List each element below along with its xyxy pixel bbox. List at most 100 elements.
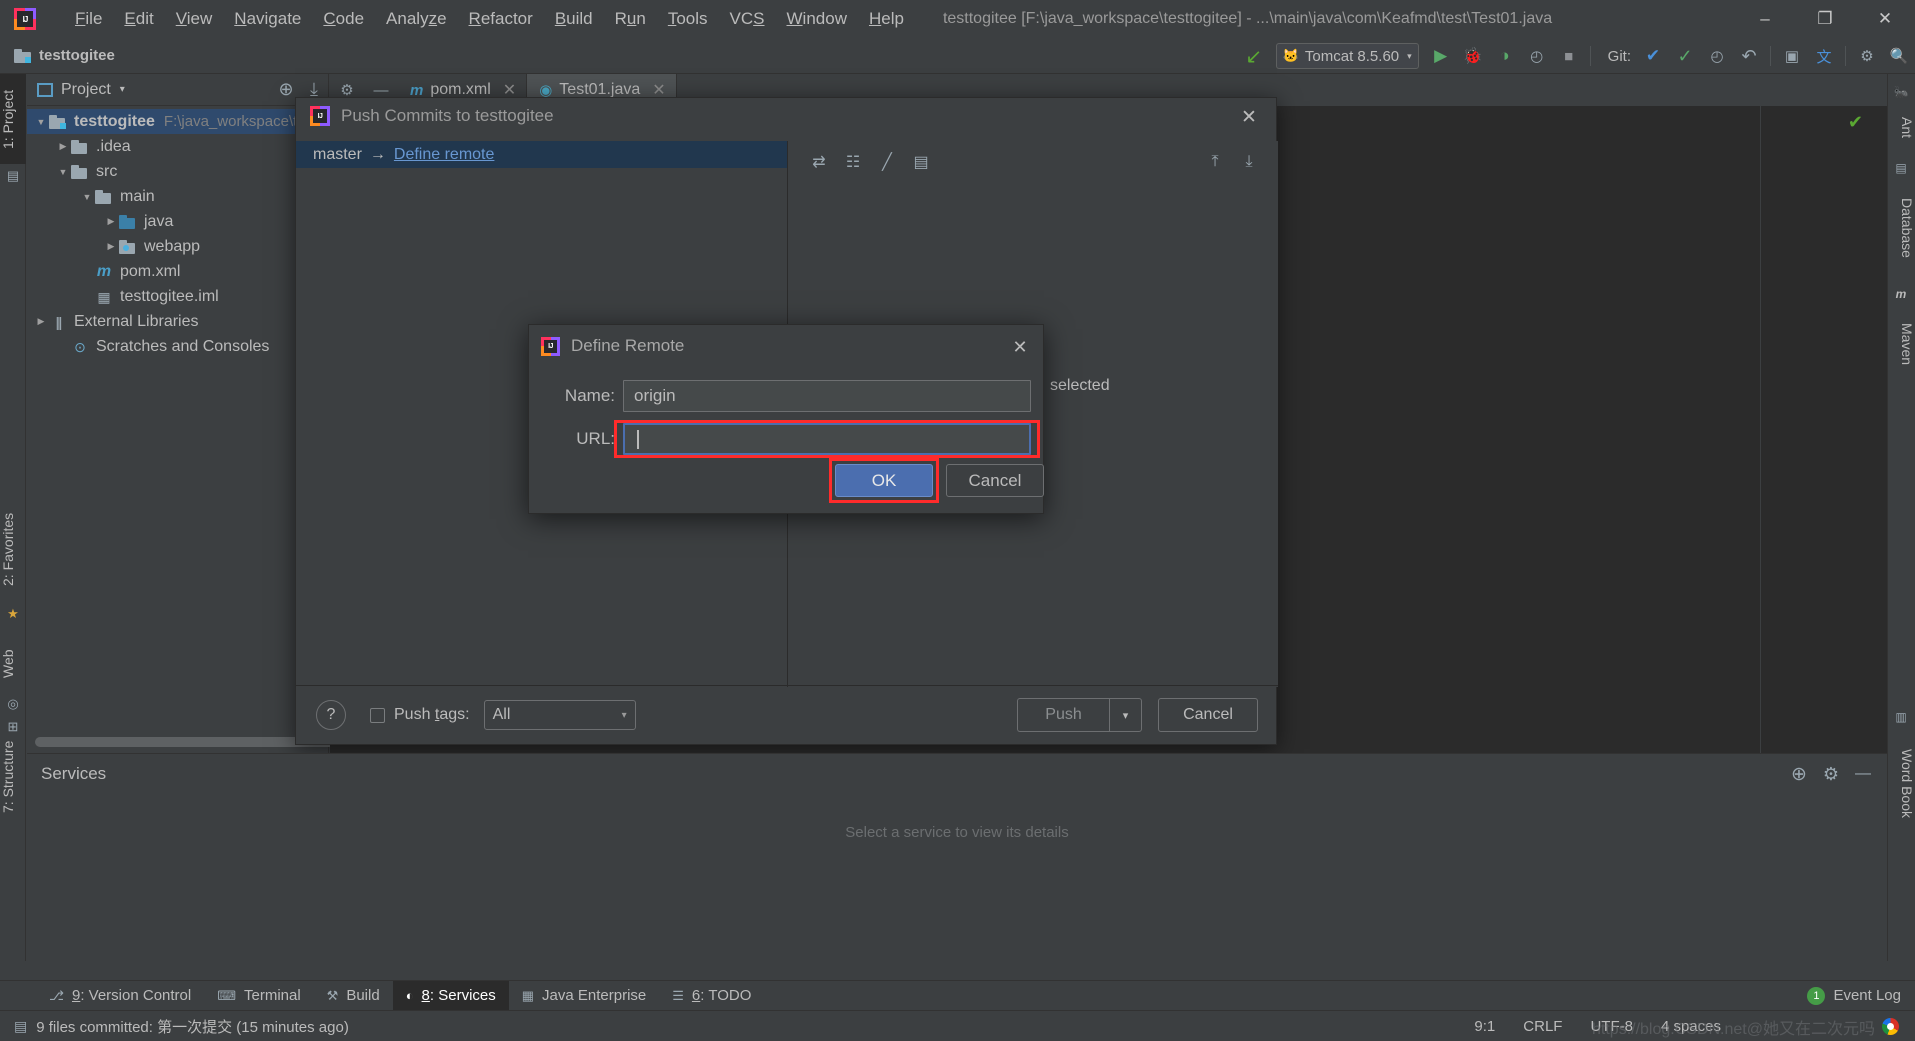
menu-item-build[interactable]: Build [544, 6, 604, 32]
file-encoding[interactable]: UTF-8 [1590, 1018, 1633, 1035]
debug-button[interactable]: 🐞 [1457, 41, 1489, 71]
maven-file-icon: m [96, 262, 112, 280]
push-tags-checkbox[interactable] [370, 707, 385, 723]
run-configuration-selector[interactable]: 🐱 Tomcat 8.5.60 ▾ [1275, 43, 1419, 69]
maximize-button[interactable]: ❐ [1795, 0, 1855, 38]
highlight-icon[interactable]: ╱ [870, 147, 904, 177]
show-diff-icon[interactable]: ⇄ [802, 147, 836, 177]
tool-window-build[interactable]: ⚒ Build [314, 981, 393, 1011]
menu-item-analyze[interactable]: Analyze [375, 6, 458, 32]
expand-arrow-icon[interactable]: ▶ [55, 141, 71, 152]
intellij-logo-icon: IJ [14, 8, 36, 30]
sidebar-item-favorites[interactable]: 2: Favorites [0, 494, 26, 604]
line-separator[interactable]: CRLF [1523, 1018, 1562, 1035]
preview-icon[interactable]: ▤ [904, 147, 938, 177]
menu-item-navigate[interactable]: Navigate [223, 6, 312, 32]
close-button[interactable]: ✕ [1855, 0, 1915, 38]
sidebar-item-word-book[interactable]: Word Book [1887, 729, 1915, 837]
push-branch-row[interactable]: master → Define remote [296, 141, 787, 168]
tree-node-testtogitee[interactable]: ▼ testtogitee F:\java_workspace\t [27, 109, 328, 134]
menu-item-help[interactable]: Help [858, 6, 915, 32]
update-project-icon[interactable]: ↙ [1238, 41, 1270, 71]
tree-node-iml[interactable]: ▦ testtogitee.iml [27, 284, 328, 309]
menu-item-run[interactable]: Run [604, 6, 657, 32]
chevron-down-icon[interactable]: ▾ [120, 84, 125, 95]
settings-gear-icon[interactable]: ⚙ [1815, 758, 1847, 790]
tree-node-pom-xml[interactable]: m pom.xml [27, 259, 328, 284]
tree-node-java[interactable]: ▶ java [27, 209, 328, 234]
name-input[interactable]: origin [623, 380, 1031, 412]
tool-window-todo[interactable]: ☰ 6: TODO [659, 981, 764, 1011]
menu-item-vcs[interactable]: VCS [719, 6, 776, 32]
expand-arrow-icon[interactable]: ▶ [103, 216, 119, 227]
expand-arrow-icon[interactable]: ▼ [79, 192, 95, 202]
tool-window-java-enterprise[interactable]: ▦ Java Enterprise [509, 981, 660, 1011]
close-icon[interactable]: ✕ [1007, 334, 1033, 360]
menu-item-window[interactable]: Window [776, 6, 858, 32]
menu-item-code[interactable]: Code [312, 6, 375, 32]
sidebar-item-structure[interactable]: 7: Structure [0, 722, 26, 832]
sidebar-item-database[interactable]: Database [1887, 180, 1915, 276]
menu-item-edit[interactable]: Edit [113, 6, 164, 32]
folder-icon [71, 139, 89, 154]
git-rollback-icon[interactable]: ↶ [1733, 41, 1765, 71]
expand-arrow-icon[interactable]: ▼ [33, 117, 49, 127]
expand-arrow-icon[interactable]: ▶ [33, 316, 49, 327]
expand-arrow-icon[interactable]: ▶ [103, 241, 119, 252]
branch-icon: ⎇ [49, 987, 64, 1003]
git-history-icon[interactable]: ◴ [1701, 41, 1733, 71]
menu-item-file[interactable]: File [64, 6, 113, 32]
add-service-icon[interactable]: ⊕ [1783, 758, 1815, 790]
tool-window-label: 8: Services [421, 987, 496, 1004]
tool-window-terminal[interactable]: ⌨ Terminal [204, 981, 313, 1011]
push-tags-select[interactable]: All ▾ [483, 700, 636, 730]
close-icon[interactable]: ✕ [1236, 104, 1262, 130]
expand-arrow-icon[interactable]: ▼ [55, 167, 71, 177]
menu-item-refactor[interactable]: Refactor [458, 6, 544, 32]
stop-button[interactable]: ■ [1553, 41, 1585, 71]
help-button[interactable]: ? [316, 700, 346, 730]
minimize-button[interactable]: – [1735, 0, 1795, 38]
run-button[interactable]: ▶ [1425, 41, 1457, 71]
tomcat-icon: 🐱 [1282, 48, 1299, 63]
indent-setting[interactable]: 4 spaces [1661, 1018, 1721, 1035]
push-cancel-button[interactable]: Cancel [1158, 698, 1258, 732]
search-everywhere-icon[interactable]: 🔍 [1883, 41, 1915, 71]
inspection-ok-icon[interactable]: ✔ [1848, 112, 1863, 133]
git-commit-icon[interactable]: ✓ [1669, 41, 1701, 71]
breadcrumb[interactable]: testtogitee [14, 47, 115, 64]
push-button[interactable]: Push [1017, 698, 1109, 732]
tree-node-scratches[interactable]: ⊙ Scratches and Consoles [27, 334, 328, 359]
push-split-button[interactable]: Push ▾ [1017, 698, 1142, 732]
tree-node-external-libraries[interactable]: ▶ ||| External Libraries [27, 309, 328, 334]
sidebar-item-project[interactable]: 1: Project [0, 74, 26, 164]
open-settings-icon[interactable]: ⚙ [1851, 41, 1883, 71]
tool-window-version-control[interactable]: ⎇ 9: Version Control [36, 981, 204, 1011]
profile-button[interactable]: ◴ [1521, 41, 1553, 71]
name-input-value: origin [634, 386, 676, 405]
menu-item-view[interactable]: View [165, 6, 224, 32]
define-remote-cancel-button[interactable]: Cancel [946, 464, 1044, 497]
git-update-icon[interactable]: ✔ [1637, 41, 1669, 71]
sidebar-item-ant[interactable]: Ant [1887, 104, 1915, 152]
tree-node-webapp[interactable]: ▶ webapp [27, 234, 328, 259]
translate-icon[interactable]: 文 [1808, 41, 1840, 71]
sidebar-item-maven[interactable]: Maven [1887, 306, 1915, 382]
expand-all-icon[interactable]: ⤒ [1198, 147, 1232, 177]
sidebar-item-web[interactable]: Web [0, 634, 26, 694]
hide-panel-icon[interactable]: — [1847, 758, 1879, 790]
push-options-chevron-down-icon[interactable]: ▾ [1109, 698, 1142, 732]
tree-node-idea[interactable]: ▶ .idea [27, 134, 328, 159]
define-remote-link[interactable]: Define remote [394, 146, 495, 164]
collapse-all-icon[interactable]: ⤓ [1232, 147, 1266, 177]
layout-icon[interactable]: ▣ [1776, 41, 1808, 71]
tool-window-services[interactable]: ◐ 8: Services [392, 980, 509, 1011]
menu-item-tools[interactable]: Tools [657, 6, 719, 32]
run-with-coverage-button[interactable]: ◑ [1489, 41, 1521, 71]
caret-position[interactable]: 9:1 [1474, 1018, 1495, 1035]
event-log-button[interactable]: Event Log [1833, 981, 1901, 1011]
group-by-icon[interactable]: ☷ [836, 147, 870, 177]
status-message[interactable]: 9 files committed: 第一次提交 (15 minutes ago… [36, 1016, 349, 1037]
tree-node-main[interactable]: ▼ main [27, 184, 328, 209]
tree-node-src[interactable]: ▼ src [27, 159, 328, 184]
